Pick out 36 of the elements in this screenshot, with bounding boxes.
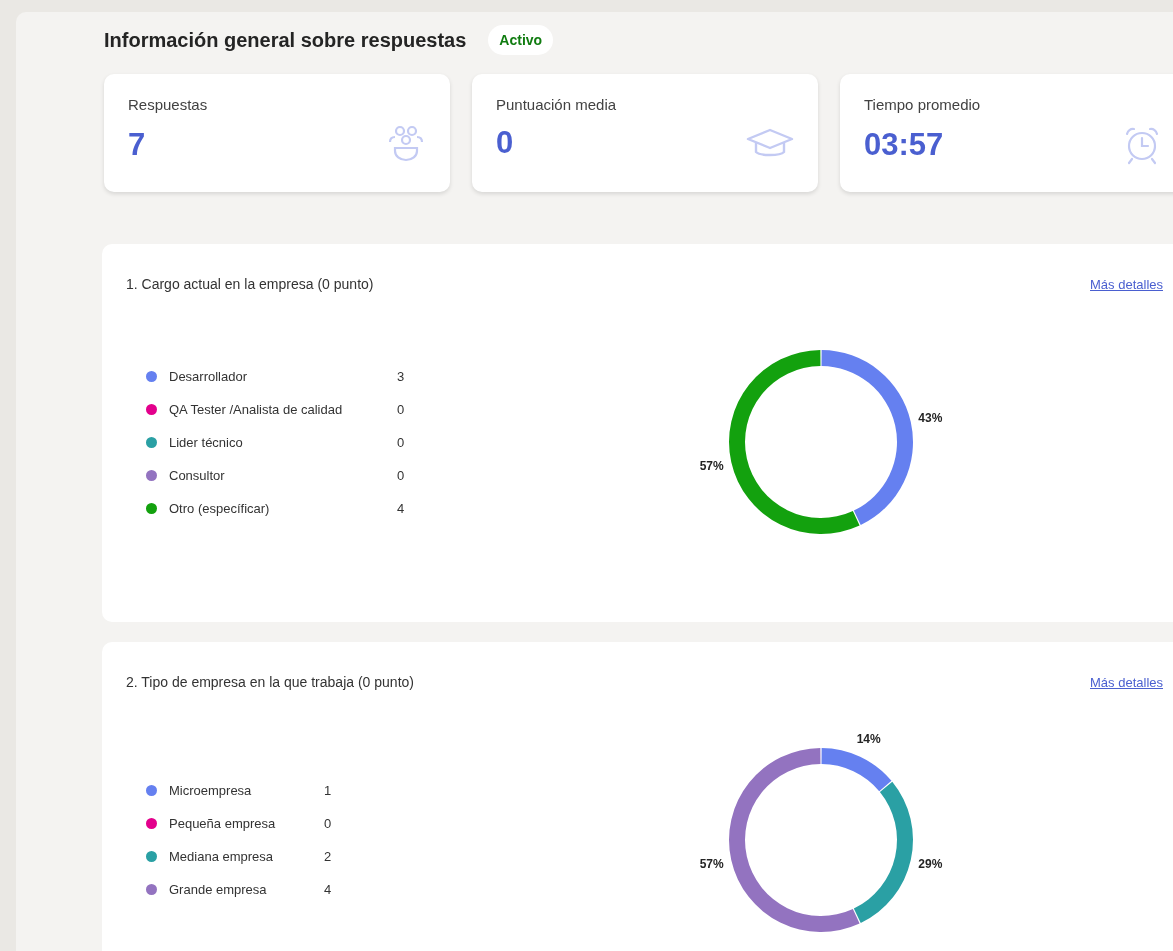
- legend-label: Pequeña empresa: [169, 816, 277, 831]
- legend-count: 0: [397, 401, 406, 417]
- stat-value: 0: [496, 125, 514, 161]
- stat-value: 03:57: [864, 127, 944, 163]
- legend-count: 0: [397, 467, 406, 483]
- stat-label: Tiempo promedio: [864, 96, 982, 113]
- stat-label: Respuestas: [128, 96, 209, 113]
- legend-count: 0: [324, 816, 333, 831]
- legend-count: 4: [324, 882, 333, 897]
- graduation-cap-icon: [746, 127, 794, 159]
- question-title: 2. Tipo de empresa en la que trabaja (0 punto): [126, 674, 414, 690]
- percent-label: 57%: [699, 857, 724, 872]
- percent-label: 43%: [918, 410, 943, 425]
- details-link[interactable]: Más detalles: [1090, 674, 1163, 690]
- percent-label: 57%: [699, 459, 724, 474]
- legend-count: 0: [397, 434, 406, 450]
- percent-label: 29%: [918, 857, 943, 872]
- legend-label: Mediana empresa: [169, 849, 275, 864]
- legend-label: Desarrollador: [169, 368, 249, 384]
- details-link[interactable]: Más detalles: [1090, 276, 1163, 292]
- legend-label: Otro (específicar): [169, 500, 271, 516]
- legend-label: QA Tester /Analista de calidad: [169, 401, 344, 417]
- status-badge: Activo: [488, 25, 554, 55]
- legend-label: Microempresa: [169, 783, 253, 798]
- page-title: Información general sobre respuestas: [104, 28, 467, 52]
- legend-count: 3: [397, 368, 406, 384]
- stat-value: 7: [128, 127, 146, 163]
- legend-count: 2: [324, 849, 333, 864]
- stat-label: Puntuación media: [496, 96, 618, 113]
- legend-count: 4: [397, 500, 406, 516]
- legend-count: 1: [324, 783, 333, 798]
- question-title: 1. Cargo actual en la empresa (0 punto): [126, 276, 374, 292]
- legend-label: Lider técnico: [169, 434, 244, 450]
- percent-label: 14%: [856, 731, 881, 746]
- legend-label: Consultor: [169, 467, 226, 483]
- legend-label: Grande empresa: [169, 882, 268, 897]
